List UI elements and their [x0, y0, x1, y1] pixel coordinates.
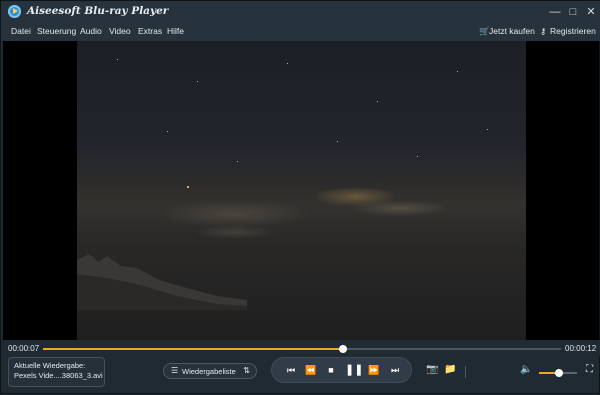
- fast-forward-icon[interactable]: ⏩: [367, 363, 381, 377]
- next-icon[interactable]: ⏭: [388, 363, 402, 377]
- progress-fill: [43, 348, 344, 350]
- camera-icon[interactable]: 📷: [426, 364, 439, 376]
- divider: [465, 366, 466, 378]
- menu-audio[interactable]: Audio: [80, 26, 102, 36]
- fullscreen-icon[interactable]: ⛶: [583, 364, 596, 376]
- menu-datei[interactable]: Datei: [11, 26, 31, 36]
- now-playing-box: Aktuelle Wiedergabe: Pexels Vide....3806…: [8, 357, 105, 387]
- progress-row: 00:00:07 00:00:12: [1, 340, 600, 356]
- now-playing-file: Pexels Vide....38063_3.avi: [14, 371, 103, 380]
- menu-extras[interactable]: Extras: [138, 26, 162, 36]
- minimize-icon[interactable]: —: [547, 4, 563, 20]
- buy-now-link[interactable]: Jetzt kaufen: [489, 26, 535, 36]
- folder-icon[interactable]: 📁: [444, 364, 457, 376]
- key-icon[interactable]: ⚷: [540, 26, 546, 37]
- stop-icon[interactable]: ■: [324, 363, 338, 377]
- close-icon[interactable]: ✕: [583, 4, 599, 20]
- register-link[interactable]: Registrieren: [550, 26, 596, 36]
- transport-controls: ⏮ ⏪ ■ ❚❚ ⏩ ⏭: [271, 357, 412, 383]
- rewind-icon[interactable]: ⏪: [304, 363, 318, 377]
- pause-icon[interactable]: ❚❚: [345, 363, 363, 377]
- app-logo-icon: [8, 5, 21, 18]
- list-icon: ☰: [171, 366, 179, 375]
- progress-slider[interactable]: [43, 345, 561, 353]
- menu-hilfe[interactable]: Hilfe: [167, 26, 184, 36]
- progress-thumb[interactable]: [339, 345, 348, 353]
- cart-icon[interactable]: 🛒: [479, 26, 490, 37]
- volume-thumb[interactable]: [554, 369, 563, 377]
- menu-steuerung[interactable]: Steuerung: [37, 26, 76, 36]
- title-bar: Aiseesoft Blu-ray Player — □ ✕: [1, 1, 600, 23]
- app-window: Aiseesoft Blu-ray Player — □ ✕ Datei Ste…: [0, 0, 600, 394]
- current-time: 00:00:07: [8, 344, 40, 353]
- window-title: Aiseesoft Blu-ray Player: [27, 5, 169, 17]
- menu-video[interactable]: Video: [109, 26, 131, 36]
- now-playing-label: Aktuelle Wiedergabe:: [14, 361, 86, 370]
- volume-slider[interactable]: [539, 369, 577, 377]
- playlist-label: Wiedergabeliste: [182, 367, 236, 376]
- previous-icon[interactable]: ⏮: [284, 363, 298, 377]
- video-frame[interactable]: [77, 41, 526, 340]
- maximize-icon[interactable]: □: [565, 4, 581, 20]
- total-time: 00:00:12: [565, 344, 597, 353]
- volume-icon[interactable]: 🔈: [520, 364, 533, 376]
- control-bar: Aktuelle Wiedergabe: Pexels Vide....3806…: [1, 356, 600, 395]
- playlist-button[interactable]: ☰ Wiedergabeliste ⇅: [163, 363, 257, 379]
- video-area[interactable]: [3, 41, 599, 340]
- sort-icon[interactable]: ⇅: [243, 366, 250, 375]
- mountain-silhouette: [77, 254, 247, 310]
- menu-bar: Datei Steuerung Audio Video Extras Hilfe…: [1, 23, 600, 41]
